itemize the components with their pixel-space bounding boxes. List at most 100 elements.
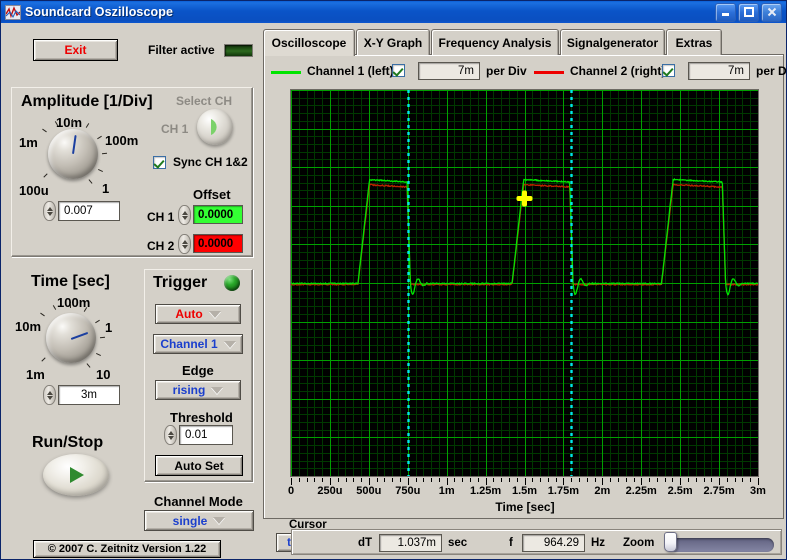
offset-ch2-spinner[interactable] (178, 234, 191, 254)
tab-extras[interactable]: Extras (666, 29, 722, 55)
time-spinner[interactable] (43, 385, 56, 405)
trigger-edge-dropdown[interactable]: rising (155, 380, 241, 400)
x-axis-minor-tick (438, 478, 440, 482)
x-axis-minor-tick (501, 478, 503, 482)
x-axis-tick-label: 3m (750, 485, 766, 497)
x-axis-minor-tick (594, 478, 596, 482)
channel2-checkbox[interactable] (662, 64, 675, 77)
x-axis-minor-tick (617, 478, 619, 482)
x-axis-minor-tick (649, 478, 650, 482)
offset-ch1-label: CH 1 (147, 210, 175, 224)
auto-set-button[interactable]: Auto Set (155, 455, 243, 476)
trigger-source-dropdown[interactable]: Channel 1 (153, 334, 243, 354)
time-tick-1: 1 (105, 320, 113, 335)
x-axis-minor-tick (384, 478, 386, 482)
offset-ch1-spinner[interactable] (178, 205, 191, 225)
run-stop-title: Run/Stop (32, 434, 104, 451)
tab-signalgenerator[interactable]: Signalgenerator (560, 29, 665, 55)
x-axis-tick-label: 1.5m (511, 485, 538, 497)
x-axis-minor-tick (703, 478, 705, 482)
amplitude-value-input[interactable]: 0.007 (58, 201, 120, 221)
sync-checkbox[interactable] (153, 156, 166, 169)
x-axis-minor-tick (586, 478, 588, 482)
close-icon[interactable] (761, 2, 782, 22)
x-axis-minor-tick (493, 478, 495, 482)
run-stop-button[interactable] (43, 454, 109, 496)
select-ch-toggle[interactable] (197, 109, 233, 145)
x-axis-minor-tick (400, 478, 401, 482)
filter-active-led (224, 44, 253, 57)
oscilloscope-plot[interactable] (290, 89, 759, 477)
amplitude-tick-10m: 10m (56, 115, 83, 130)
x-axis-minor-tick (750, 478, 752, 482)
window-buttons (715, 2, 784, 22)
application-window: Soundcard Oszilloscope Exit Filter activ… (0, 0, 787, 560)
tab-xy-graph[interactable]: X-Y Graph (356, 29, 430, 55)
x-axis-minor-tick (734, 478, 736, 482)
time-value-input[interactable]: 3m (58, 385, 120, 405)
frequency-label: f (509, 537, 513, 549)
tab-oscilloscope-label: Oscilloscope (271, 36, 347, 50)
x-axis-minor-tick (462, 478, 464, 482)
knob-tick (41, 357, 46, 362)
dt-unit: sec (448, 537, 468, 549)
offset-ch2-input[interactable]: 0.0000 (193, 234, 243, 253)
time-tick-10m: 10m (15, 319, 42, 334)
x-axis-tick-label: 1.75m (547, 485, 580, 497)
x-axis-minor-tick (726, 478, 728, 482)
dt-label: dT (358, 537, 373, 549)
channel2-per-div-input[interactable]: 7m (688, 62, 750, 80)
title-bar: Soundcard Oszilloscope (1, 1, 786, 23)
knob-tick (70, 303, 71, 308)
select-ch-value: CH 1 (161, 122, 189, 136)
offset-ch1-input[interactable]: 0.0000 (193, 205, 243, 224)
threshold-input[interactable]: 0.01 (179, 425, 233, 445)
x-axis-minor-tick (547, 478, 549, 482)
trigger-mode-dropdown[interactable]: Auto (155, 304, 241, 324)
x-axis-minor-tick (477, 478, 479, 482)
exit-button-label: Exit (64, 43, 87, 57)
tab-frequency-analysis[interactable]: Frequency Analysis (431, 29, 559, 55)
x-axis-major-tick (758, 478, 759, 485)
x-axis-major-tick (641, 478, 643, 485)
trigger-mode-value: Auto (175, 307, 203, 321)
x-axis-tick-label: 1.25m (469, 485, 502, 497)
waveform-icon (5, 4, 21, 20)
minimize-icon[interactable] (715, 2, 736, 22)
time-knob[interactable] (46, 313, 96, 363)
channel1-checkbox[interactable] (392, 64, 405, 77)
amplitude-tick-100u: 100u (19, 183, 49, 198)
copyright-bar: © 2007 C. Zeitnitz Version 1.22 (33, 540, 221, 558)
knob-tick (40, 312, 45, 317)
time-title: Time [sec] (31, 273, 110, 290)
auto-set-label: Auto Set (174, 458, 224, 473)
zoom-slider-handle[interactable] (664, 532, 677, 552)
amplitude-title: Amplitude [1/Div] (21, 93, 153, 110)
tab-extras-label: Extras (675, 35, 713, 50)
dt-value: 1.037m (379, 534, 442, 552)
amplitude-spinner[interactable] (43, 201, 56, 221)
maximize-icon[interactable] (738, 2, 759, 22)
x-axis-minor-tick (376, 478, 378, 482)
tab-oscilloscope[interactable]: Oscilloscope (263, 29, 355, 56)
x-axis-tick-label: 2.25m (625, 485, 657, 497)
threshold-spinner[interactable] (164, 425, 177, 445)
play-icon (70, 467, 84, 483)
x-axis-minor-tick (322, 478, 324, 482)
x-axis-minor-tick (298, 478, 300, 482)
x-axis-minor-tick (695, 478, 697, 482)
exit-button[interactable]: Exit (33, 39, 118, 61)
x-axis-major-tick (563, 478, 565, 485)
x-axis-minor-tick (656, 478, 658, 482)
x-axis-tick-label: 2.75m (703, 485, 735, 497)
channel1-per-div-input[interactable]: 7m (418, 62, 480, 80)
channel-mode-dropdown[interactable]: single (144, 510, 254, 531)
x-axis-tick-label: 2m (594, 485, 611, 497)
x-axis-major-tick (407, 478, 409, 485)
amplitude-knob[interactable] (48, 129, 98, 179)
zoom-slider-track[interactable] (664, 538, 774, 552)
x-axis-tick-label: 2.5m (667, 485, 693, 497)
chevron-down-icon (208, 310, 221, 318)
channel2-per-div-label: per Div (756, 64, 787, 78)
x-axis-major-tick (524, 478, 526, 485)
